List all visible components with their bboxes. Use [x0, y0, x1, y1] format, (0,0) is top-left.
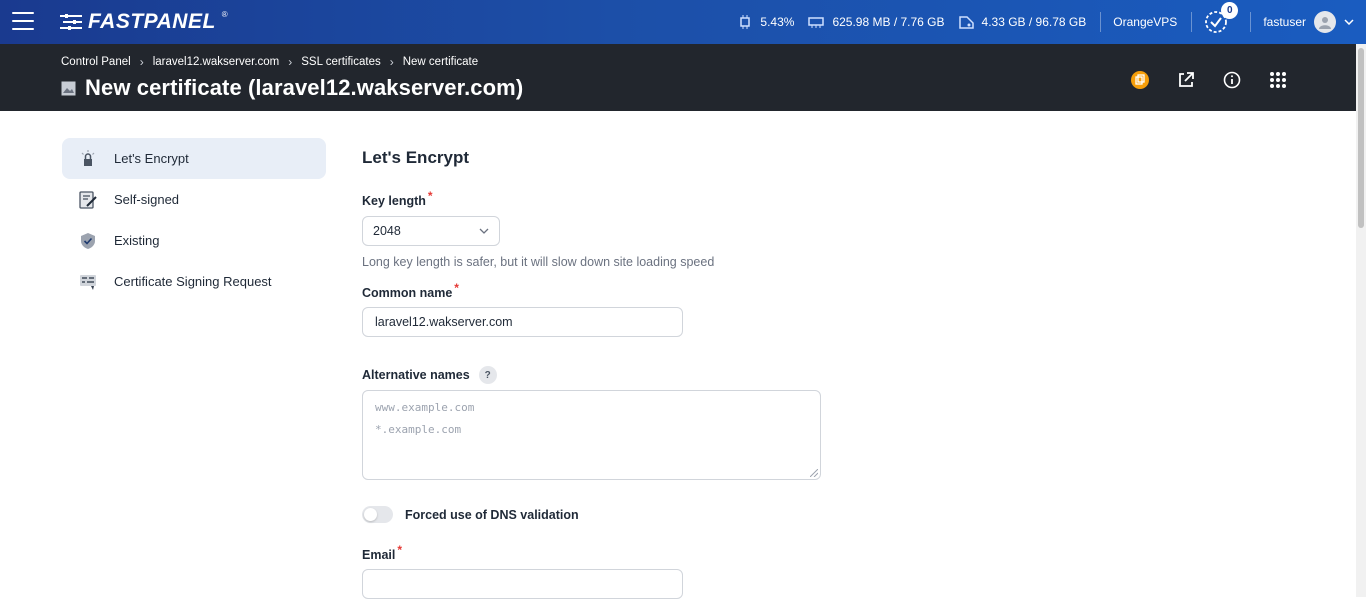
logo[interactable]: FASTPANEL ® [60, 10, 228, 34]
dns-validation-toggle[interactable] [362, 506, 393, 523]
common-name-label: Common name * [362, 281, 962, 300]
common-name-value: laravel12.wakserver.com [375, 315, 513, 329]
disk-stat: 4.33 GB / 96.78 GB [958, 15, 1087, 29]
logo-icon [60, 14, 82, 30]
disk-value: 4.33 GB / 96.78 GB [981, 15, 1087, 29]
csr-icon [78, 272, 98, 292]
logo-registered: ® [221, 9, 228, 19]
sidebar-item-lets-encrypt[interactable]: Let's Encrypt [62, 138, 326, 179]
user-icon [1319, 17, 1331, 29]
section-title: Let's Encrypt [362, 148, 470, 167]
key-length-select[interactable]: 2048 [362, 216, 500, 246]
avatar [1314, 11, 1336, 33]
ram-stat: 625.98 MB / 7.76 GB [808, 15, 945, 29]
sidebar-item-label: Self-signed [114, 192, 180, 207]
server-label: OrangeVPS [1113, 15, 1178, 29]
certificate-form: Let's Encrypt Key length * 2048 Long key … [362, 140, 962, 599]
sidebar-item-self-signed[interactable]: Self-signed [62, 179, 326, 220]
site-thumbnail-icon [61, 81, 76, 95]
dns-validation-label: Forced use of DNS validation [405, 507, 579, 522]
breadcrumb-separator: › [288, 55, 293, 69]
required-mark: * [454, 281, 459, 295]
sidebar-item-existing[interactable]: Existing [62, 220, 326, 261]
divider [1250, 12, 1252, 32]
menu-icon[interactable] [12, 12, 34, 30]
alt-names-placeholder-line: www.example.com [375, 401, 475, 414]
divider [1191, 12, 1193, 32]
key-length-label-text: Key length [362, 194, 426, 208]
ram-icon [808, 17, 825, 28]
breadcrumb-ssl[interactable]: SSL certificates [301, 56, 380, 68]
divider [1100, 12, 1102, 32]
chevron-down-icon [479, 228, 489, 234]
breadcrumb-separator: › [389, 55, 394, 69]
page-title-row: New certificate (laravel12.wakserver.com… [61, 75, 523, 101]
email-input[interactable] [362, 569, 683, 599]
user-menu[interactable]: fastuser [1263, 11, 1354, 33]
apps-grid-icon[interactable] [1266, 68, 1290, 92]
ram-value: 625.98 MB / 7.76 GB [832, 15, 945, 29]
key-length-hint: Long key length is safer, but it will sl… [362, 255, 715, 269]
scrollbar-thumb[interactable] [1358, 48, 1364, 228]
alt-names-placeholder-line: *.example.com [375, 423, 462, 436]
key-length-value: 2048 [373, 224, 401, 238]
sidebar-item-label: Let's Encrypt [114, 151, 189, 166]
help-icon[interactable]: ? [478, 366, 497, 384]
tasks-button[interactable]: 0 [1204, 2, 1239, 34]
page-header: Control Panel › laravel12.wakserver.com … [0, 44, 1356, 111]
alt-names-label-text: Alternative names [362, 368, 470, 382]
breadcrumb-separator: › [139, 55, 144, 69]
alt-names-label: Alternative names ? [362, 366, 962, 384]
external-link-icon[interactable] [1174, 68, 1198, 92]
top-bar: FASTPANEL ® 5.43% 625.98 MB / 7.76 GB 4.… [0, 0, 1366, 44]
cpu-icon [740, 15, 751, 29]
key-length-label: Key length * [362, 189, 962, 208]
sidebar-item-label: Existing [114, 233, 160, 248]
page-title: New certificate (laravel12.wakserver.com… [85, 75, 524, 100]
info-icon[interactable] [1220, 68, 1244, 92]
lets-encrypt-icon [78, 149, 98, 169]
email-label: Email * [362, 543, 962, 562]
toggle-knob [364, 508, 377, 521]
resize-handle-icon[interactable] [810, 469, 818, 477]
chevron-down-icon [1344, 19, 1354, 25]
dns-validation-row: Forced use of DNS validation [362, 506, 962, 523]
username: fastuser [1263, 15, 1306, 29]
breadcrumb: Control Panel › laravel12.wakserver.com … [61, 55, 478, 69]
cpu-value: 5.43% [760, 15, 795, 29]
required-mark: * [397, 543, 403, 557]
email-label-text: Email [362, 548, 396, 562]
server-name[interactable]: OrangeVPS [1113, 15, 1177, 29]
sidebar-item-label: Certificate Signing Request [114, 274, 272, 289]
breadcrumb-site[interactable]: laravel12.wakserver.com [153, 56, 280, 68]
tasks-count-badge: 0 [1221, 2, 1239, 19]
page-scrollbar[interactable] [1356, 44, 1366, 597]
copy-icon[interactable] [1128, 68, 1152, 92]
disk-icon [958, 16, 974, 29]
common-name-label-text: Common name [362, 286, 453, 300]
self-signed-icon [78, 190, 98, 210]
breadcrumb-current: New certificate [402, 56, 479, 68]
alt-names-textarea[interactable]: www.example.com *.example.com [362, 390, 821, 480]
cpu-stat: 5.43% [738, 15, 794, 29]
required-mark: * [427, 189, 433, 203]
common-name-input[interactable]: laravel12.wakserver.com [362, 307, 683, 337]
shield-check-icon [78, 231, 98, 251]
breadcrumb-control-panel[interactable]: Control Panel [61, 56, 131, 68]
sidebar-item-csr[interactable]: Certificate Signing Request [62, 261, 326, 302]
logo-text: FASTPANEL [88, 10, 216, 33]
certificate-type-menu: Let's Encrypt Self-signed Existing Certi… [62, 138, 326, 302]
